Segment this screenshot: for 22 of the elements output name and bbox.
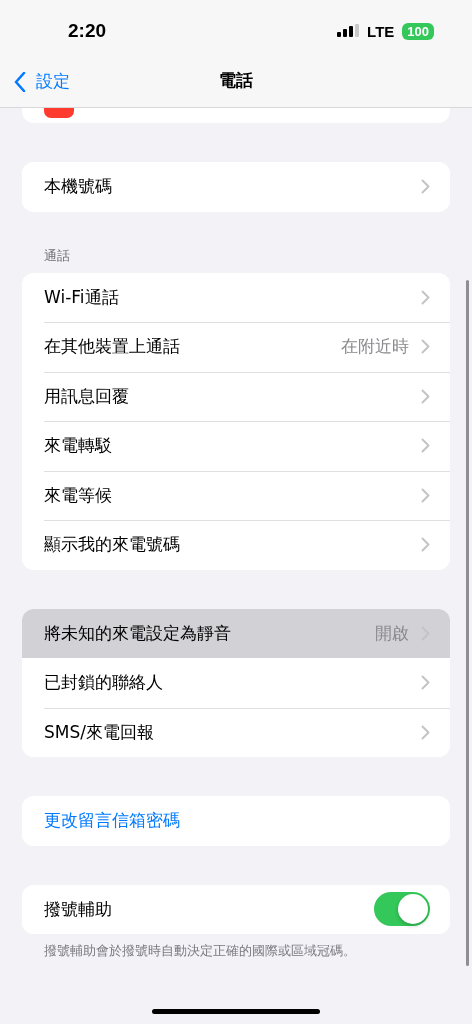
chevron-icon: [421, 289, 430, 305]
chevron-icon: [421, 487, 430, 503]
settings-row[interactable]: 將未知的來電設定為靜音 開啟: [22, 608, 450, 658]
battery-icon: 100: [402, 22, 434, 40]
back-chevron-icon: [14, 71, 26, 92]
row-label: 撥號輔助: [44, 897, 113, 921]
network-label: LTE: [367, 22, 395, 40]
section-header: 通話: [43, 246, 71, 265]
chevron-icon: [421, 675, 430, 691]
page-title: 電話: [219, 69, 253, 92]
back-button[interactable]: 設定: [14, 70, 70, 93]
signal-icon: [337, 24, 360, 38]
section-footer: 撥號輔助會於撥號時自動決定正確的國際或區域冠碼。: [22, 934, 450, 960]
chevron-icon: [421, 724, 430, 740]
chevron-icon: [421, 438, 430, 454]
chevron-icon: [421, 388, 430, 404]
chevron-icon: [421, 179, 430, 195]
app-icon: [44, 108, 74, 118]
chevron-icon: [421, 537, 430, 553]
chevron-icon: [421, 339, 430, 355]
status-time: 2:20: [68, 20, 107, 42]
toggle-switch[interactable]: [374, 892, 430, 927]
